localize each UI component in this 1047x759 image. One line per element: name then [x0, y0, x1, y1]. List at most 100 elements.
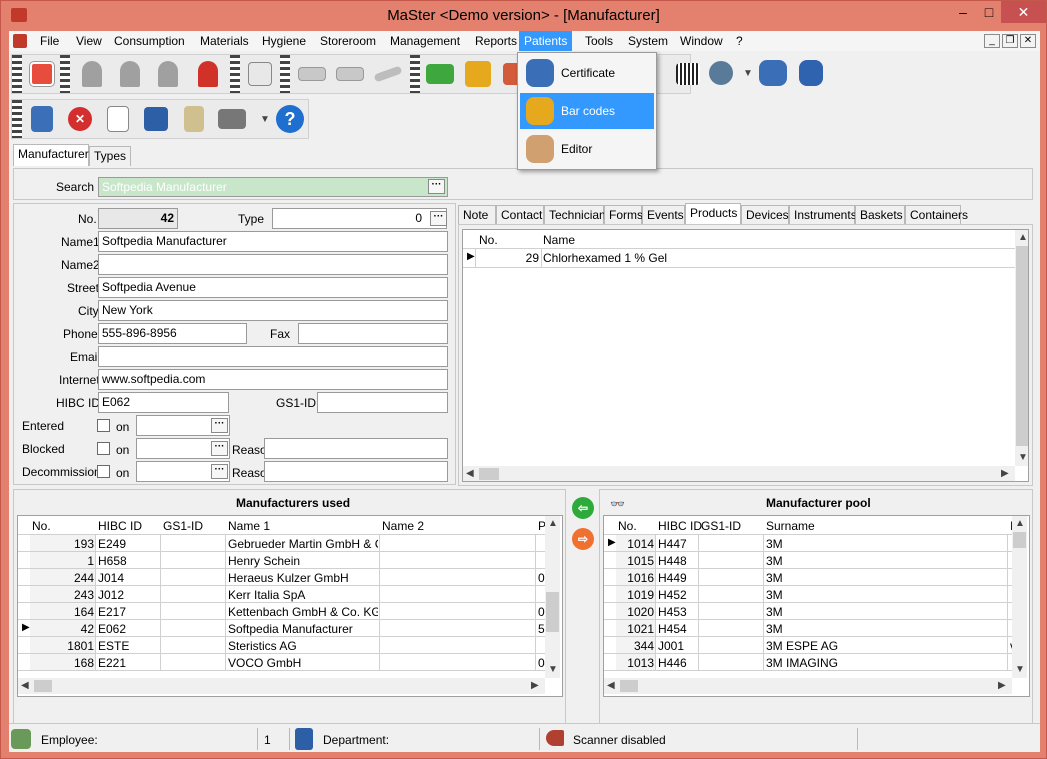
type-field[interactable]: 0	[272, 208, 447, 229]
used-col-3[interactable]: Name 1	[228, 519, 270, 533]
tab-baskets[interactable]: Baskets	[855, 205, 905, 225]
menu-materials[interactable]: Materials	[195, 31, 254, 51]
used-cell-hibc[interactable]: E249	[98, 537, 159, 551]
hibc-field[interactable]: E062	[98, 392, 229, 413]
used-col-0[interactable]: No.	[32, 519, 51, 533]
name2-field[interactable]	[98, 254, 448, 275]
recycle-icon[interactable]	[178, 104, 210, 134]
pool-cell-surname[interactable]: 3M	[766, 588, 1006, 602]
internet-field[interactable]: www.softpedia.com	[98, 369, 448, 390]
menu-reports[interactable]: Reports	[470, 31, 522, 51]
mdi-restore-button[interactable]: ❐	[1002, 34, 1018, 48]
used-cell-hibc[interactable]: J014	[98, 571, 159, 585]
pool-cell-hibc[interactable]: J001	[658, 639, 697, 653]
pool-cell-no[interactable]: 1013	[618, 656, 654, 670]
entered-date-button[interactable]: ···	[211, 418, 228, 433]
green-box-icon[interactable]	[424, 59, 456, 89]
mdi-document-icon[interactable]	[13, 34, 27, 48]
mdi-close-button[interactable]: ✕	[1020, 34, 1036, 48]
used-cell-hibc[interactable]: E062	[98, 622, 159, 636]
pool-cell-hibc[interactable]: H448	[658, 554, 697, 568]
tab-devices[interactable]: Devices	[741, 205, 789, 225]
menu-patients[interactable]: Patients	[519, 31, 573, 51]
pool-col-0[interactable]: No.	[618, 519, 637, 533]
tab-instruments[interactable]: Instruments	[789, 205, 857, 225]
pool-cell-surname[interactable]: 3M ESPE AG	[766, 639, 1006, 653]
pool-cell-surname[interactable]: 3M	[766, 537, 1006, 551]
type-browse-button[interactable]: ···	[430, 211, 447, 226]
tab-technician[interactable]: Technician	[544, 205, 606, 225]
certificate-icon[interactable]	[244, 59, 276, 89]
tab-contact[interactable]: Contact	[496, 205, 544, 225]
used-cell-name1[interactable]: Softpedia Manufacturer	[228, 622, 378, 636]
add-to-used-button[interactable]: ⇦	[572, 497, 594, 519]
used-cell-no[interactable]: 168	[32, 656, 94, 670]
pool-cell-surname[interactable]: 3M	[766, 571, 1006, 585]
pool-cell-no[interactable]: 1016	[618, 571, 654, 585]
yellow-box-icon[interactable]	[462, 59, 494, 89]
pool-cell-surname[interactable]: 3M	[766, 605, 1006, 619]
pool-cell-no[interactable]: 1019	[618, 588, 654, 602]
search-browse-button[interactable]: ···	[428, 179, 445, 194]
used-cell-name1[interactable]: Heraeus Kulzer GmbH	[228, 571, 378, 585]
used-cell-no[interactable]: 42	[32, 622, 94, 636]
toolbar-grip[interactable]	[410, 55, 420, 93]
pool-cell-no[interactable]: 1015	[618, 554, 654, 568]
street-field[interactable]: Softpedia Avenue	[98, 277, 448, 298]
used-cell-no[interactable]: 164	[32, 605, 94, 619]
city-field[interactable]: New York	[98, 300, 448, 321]
products-vscroll[interactable]: ▲ ▼	[1015, 230, 1028, 466]
decommissioned-reason-field[interactable]	[264, 461, 448, 482]
used-cell-hibc[interactable]: H658	[98, 554, 159, 568]
menu-tools[interactable]: Tools	[580, 31, 618, 51]
menu-view[interactable]: View	[71, 31, 107, 51]
pool-vscroll[interactable]: ▲ ▼	[1012, 516, 1027, 678]
award-grey-icon[interactable]	[76, 59, 108, 89]
exit-icon[interactable]	[26, 104, 58, 134]
tab-types[interactable]: Types	[89, 146, 131, 166]
help-icon[interactable]: ?	[274, 104, 306, 134]
pool-cell-hibc[interactable]: H446	[658, 656, 697, 670]
mdi-minimize-button[interactable]: _	[984, 34, 1000, 48]
toolbar-grip[interactable]	[230, 55, 240, 93]
toolbar-grip[interactable]	[12, 100, 22, 138]
pool-cell-hibc[interactable]: H453	[658, 605, 697, 619]
used-cell-hibc[interactable]: E217	[98, 605, 159, 619]
menu-file[interactable]: File	[35, 31, 64, 51]
pool-cell-no[interactable]: 344	[618, 639, 654, 653]
user-info-icon[interactable]	[795, 58, 827, 88]
maximize-button[interactable]: □	[977, 1, 1001, 23]
decommissioned-date-button[interactable]: ···	[211, 464, 228, 479]
pool-cell-hibc[interactable]: H449	[658, 571, 697, 585]
tab-events[interactable]: Events	[642, 205, 685, 225]
delete-icon[interactable]: ✕	[64, 104, 96, 134]
print-dropdown-icon[interactable]: ▼	[260, 114, 270, 125]
power-icon[interactable]	[26, 59, 58, 89]
save-icon[interactable]	[140, 104, 172, 134]
scanner-icon[interactable]	[705, 58, 737, 88]
pool-cell-no[interactable]: 1021	[618, 622, 654, 636]
used-cell-no[interactable]: 1801	[32, 639, 94, 653]
menu-management[interactable]: Management	[385, 31, 465, 51]
menu-item-bar-codes[interactable]: Bar codes	[520, 93, 654, 129]
product-name-cell[interactable]: Chlorhexamed 1 % Gel	[543, 251, 1013, 265]
search-input[interactable]: Softpedia Manufacturer	[98, 177, 448, 197]
decommissioned-checkbox[interactable]	[97, 465, 110, 478]
award-grey-icon[interactable]	[114, 59, 146, 89]
used-cell-no[interactable]: 1	[32, 554, 94, 568]
pool-cell-hibc[interactable]: H452	[658, 588, 697, 602]
products-col-no[interactable]: No.	[479, 233, 498, 247]
pool-col-2[interactable]: GS1-ID	[701, 519, 741, 533]
blocked-date-button[interactable]: ···	[211, 441, 228, 456]
pool-hscroll[interactable]: ◀ ▶	[604, 678, 1012, 694]
close-button[interactable]: ✕	[1001, 1, 1046, 23]
used-cell-name1[interactable]: VOCO GmbH	[228, 656, 378, 670]
remove-from-used-button[interactable]: ⇨	[572, 528, 594, 550]
pool-cell-surname[interactable]: 3M	[766, 622, 1006, 636]
used-col-2[interactable]: GS1-ID	[163, 519, 203, 533]
blocked-reason-field[interactable]	[264, 438, 448, 459]
toolbar-grip[interactable]	[60, 55, 70, 93]
used-cell-hibc[interactable]: ESTE	[98, 639, 159, 653]
fax-field[interactable]	[298, 323, 448, 344]
pool-cell-surname[interactable]: 3M	[766, 554, 1006, 568]
